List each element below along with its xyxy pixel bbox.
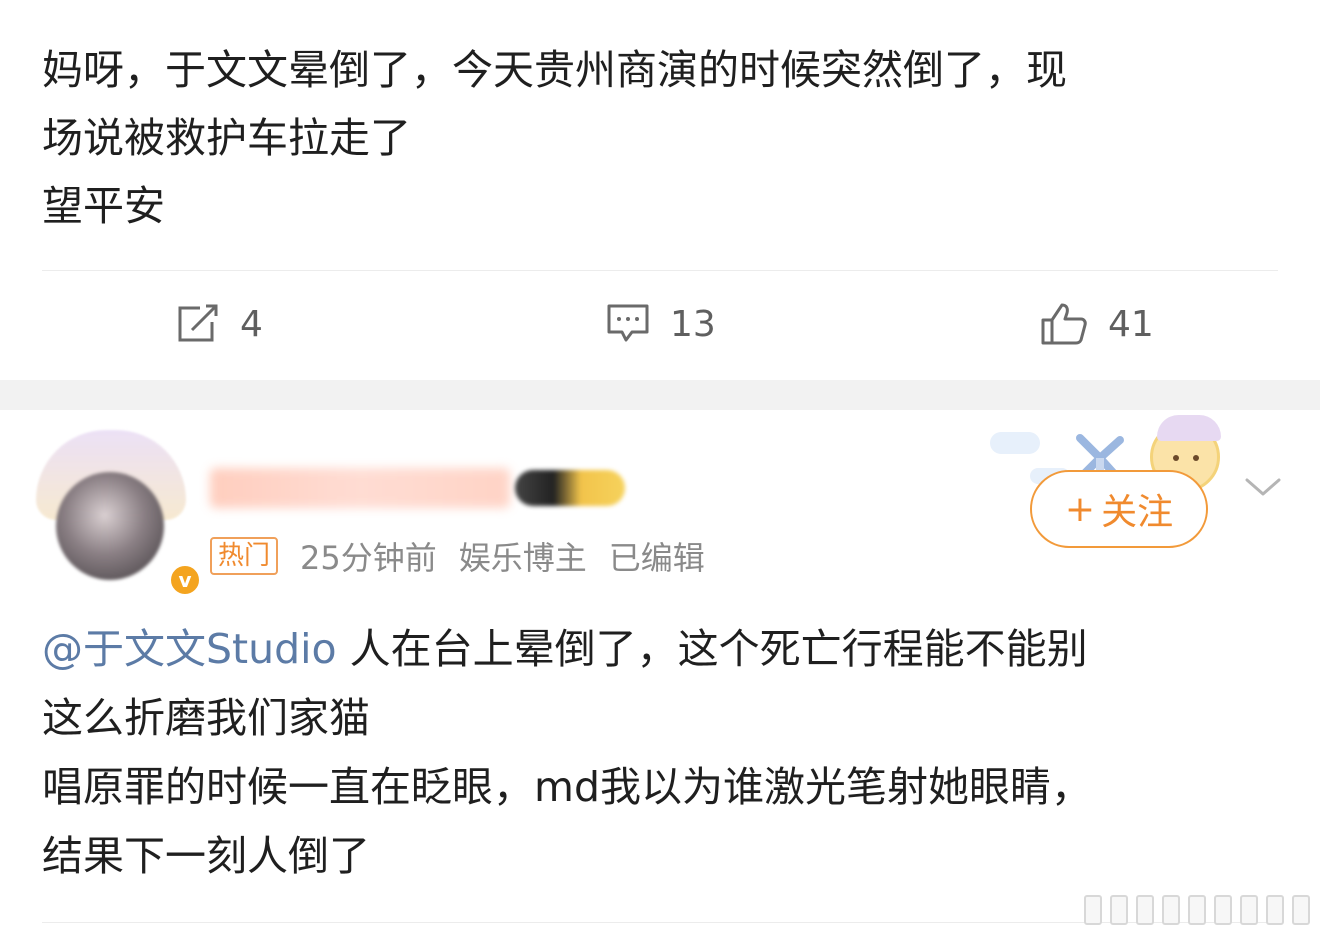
- post-2-body: @于文文Studio 人在台上晕倒了，这个死亡行程能不能别 这么折磨我们家猫 唱…: [42, 615, 1282, 891]
- avatar[interactable]: v: [36, 430, 202, 600]
- post-1-line: 场说被救护车拉走了: [42, 114, 411, 162]
- user-category: 娱乐博主: [458, 539, 587, 577]
- verified-badge-icon: v: [168, 563, 202, 597]
- comment-icon: [606, 302, 650, 346]
- post-card-1: 妈呀，于文文晕倒了，今天贵州商演的时候突然倒了，现 场说被救护车拉走了 望平安 …: [0, 0, 1320, 380]
- post-2-line: 唱原罪的时候一直在眨眼，md我以为谁激光笔射她眼睛，: [42, 763, 1092, 811]
- post-meta: 热门 25分钟前 娱乐博主 已编辑: [210, 534, 705, 578]
- follow-label: 关注: [1101, 492, 1174, 533]
- hot-tag: 热门: [210, 537, 279, 575]
- comment-count: 13: [670, 303, 716, 345]
- mention-link[interactable]: @于文文Studio: [42, 625, 337, 673]
- card-separator: [0, 380, 1320, 410]
- post-1-line: 望平安: [42, 182, 165, 230]
- post-2-line: @于文文Studio 人在台上晕倒了，这个死亡行程能不能别: [42, 615, 1282, 684]
- chevron-down-icon[interactable]: [1243, 472, 1283, 502]
- user-level-badge: [515, 470, 625, 506]
- action-bar: 4 13 41: [0, 271, 1320, 379]
- post-1-body: 妈呀，于文文晕倒了，今天贵州商演的时候突然倒了，现 场说被救护车拉走了 望平安: [42, 36, 1282, 240]
- cloud-decoration: [990, 432, 1040, 454]
- post-2-line-text: 人在台上晕倒了，这个死亡行程能不能别: [336, 625, 1088, 673]
- comment-button[interactable]: 13: [606, 299, 716, 349]
- edited-label: 已编辑: [608, 539, 705, 577]
- repost-button[interactable]: 4: [176, 299, 263, 349]
- follow-button[interactable]: + 关注: [1030, 470, 1208, 548]
- repost-count: 4: [240, 303, 263, 345]
- post-2-line: 这么折磨我们家猫: [42, 694, 370, 742]
- post-2-line: 结果下一刻人倒了: [42, 832, 370, 880]
- like-button[interactable]: 41: [1040, 299, 1154, 349]
- watermark: [1084, 895, 1310, 925]
- like-count: 41: [1108, 303, 1154, 345]
- username-blurred[interactable]: [210, 468, 510, 508]
- post-card-2: v 热门 25分钟前 娱乐博主 已编辑 + 关注 @于文文Studio 人在台上…: [0, 410, 1320, 939]
- repost-icon: [176, 304, 220, 344]
- plus-icon: +: [1064, 488, 1096, 530]
- post-1-line: 妈呀，于文文晕倒了，今天贵州商演的时候突然倒了，现: [42, 46, 1067, 94]
- avatar-image: [56, 472, 164, 580]
- post-time: 25分钟前: [300, 539, 437, 577]
- thumbs-up-icon: [1040, 302, 1088, 346]
